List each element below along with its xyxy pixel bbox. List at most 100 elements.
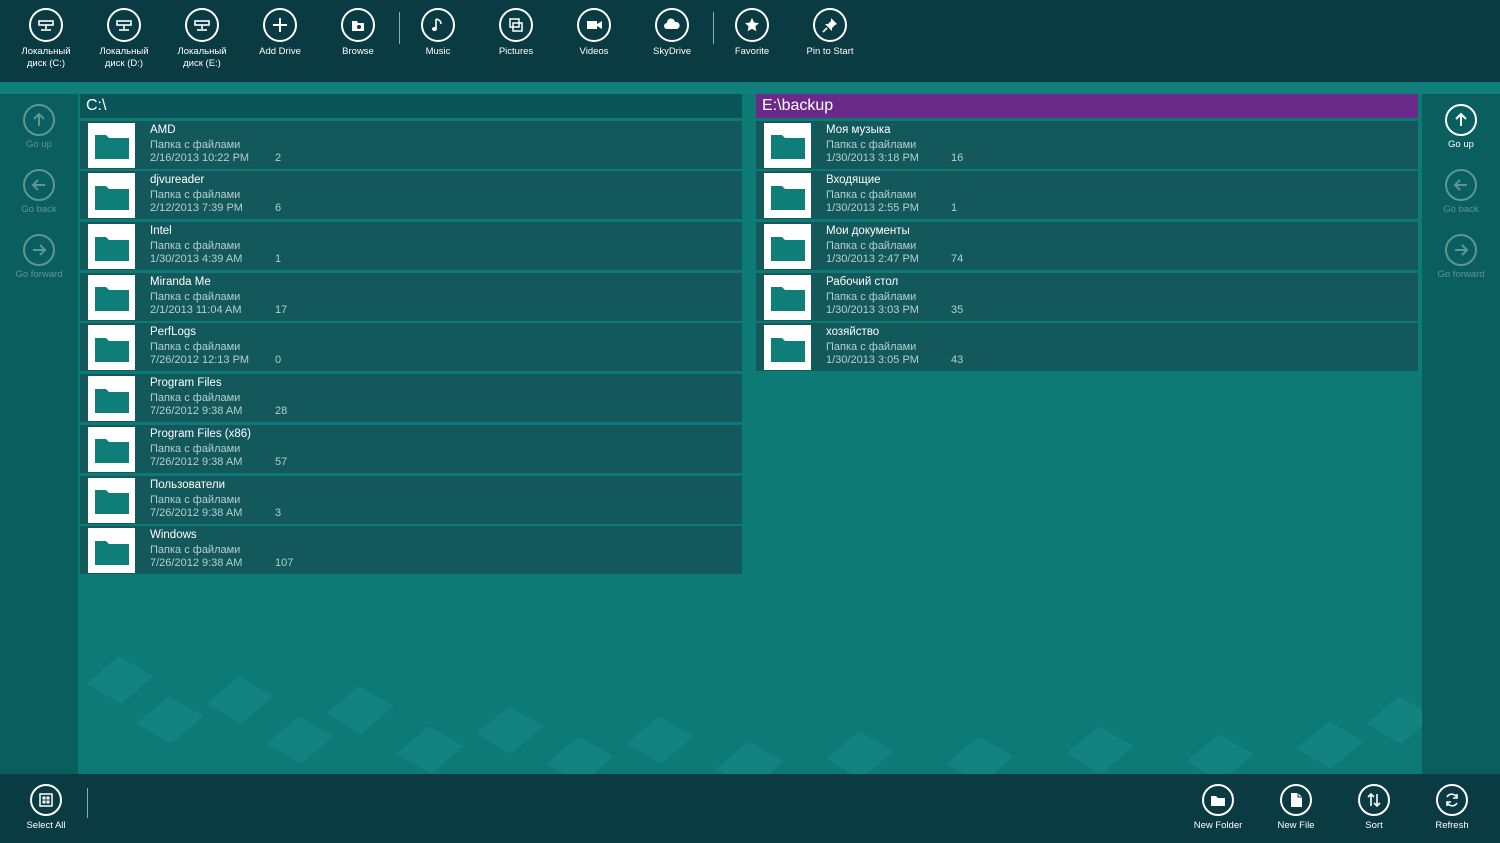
folder-icon [764, 173, 811, 219]
item-name: Входящие [826, 174, 881, 187]
select-all-label: Select All [26, 820, 66, 831]
item-count: 3 [275, 506, 282, 519]
left-file-pane: C:\ AMD Папка с файлами 2/16/2013 10:22 … [80, 94, 742, 575]
item-type: Папка с файлами [826, 240, 917, 253]
item-count: 35 [951, 303, 964, 316]
item-date: 2/16/2013 10:22 PM [150, 151, 250, 164]
drive-e-button[interactable]: Локальный диск (E:) [163, 8, 241, 78]
item-type: Папка с файлами [826, 290, 917, 303]
drive-icon [29, 8, 63, 42]
right-go-forward-label: Go forward [1437, 269, 1485, 280]
list-item[interactable]: Miranda Me Папка с файлами 2/1/2013 11:0… [80, 272, 742, 321]
arrow-left-icon [1445, 169, 1477, 201]
left-go-up-button[interactable]: Go up [0, 104, 78, 160]
sort-label: Sort [1365, 820, 1383, 831]
item-name: Miranda Me [150, 275, 211, 288]
arrow-up-icon [23, 104, 55, 136]
item-count: 1 [951, 202, 958, 215]
item-name: Program Files [150, 377, 222, 390]
item-count: 107 [275, 557, 294, 570]
bottom-app-bar: Select All New Folder New File Sort Refr… [0, 774, 1500, 843]
list-item[interactable]: Моя музыка Папка с файлами 1/30/2013 3:1… [756, 120, 1418, 169]
item-type: Папка с файлами [150, 341, 241, 354]
item-type: Папка с файлами [826, 189, 917, 202]
right-go-forward-button[interactable]: Go forward [1422, 234, 1500, 290]
folder-icon [88, 477, 135, 523]
list-item[interactable]: Program Files (x86) Папка с файлами 7/26… [80, 424, 742, 473]
pictures-button[interactable]: Pictures [477, 8, 555, 78]
sort-button[interactable]: Sort [1335, 784, 1413, 842]
item-type: Папка с файлами [150, 240, 241, 253]
list-item[interactable]: Intel Папка с файлами 1/30/2013 4:39 AM … [80, 222, 742, 271]
item-date: 7/26/2012 9:38 AM [150, 455, 243, 468]
pin-to-start-button[interactable]: Pin to Start [791, 8, 869, 78]
list-item[interactable]: Windows Папка с файлами 7/26/2012 9:38 A… [80, 526, 742, 575]
new-folder-button[interactable]: New Folder [1179, 784, 1257, 842]
videos-button[interactable]: Videos [555, 8, 633, 78]
list-item[interactable]: PerfLogs Папка с файлами 7/26/2012 12:13… [80, 323, 742, 372]
left-go-up-label: Go up [26, 139, 52, 150]
folder-icon [88, 173, 135, 219]
item-date: 7/26/2012 9:38 AM [150, 506, 243, 519]
top-app-bar: Локальный диск (C:) Локальный диск (D:) … [0, 0, 1500, 82]
right-file-list: Моя музыка Папка с файлами 1/30/2013 3:1… [756, 120, 1418, 372]
right-go-up-button[interactable]: Go up [1422, 104, 1500, 160]
list-item[interactable]: djvureader Папка с файлами 2/12/2013 7:3… [80, 171, 742, 220]
item-type: Папка с файлами [150, 138, 241, 151]
list-item[interactable]: Пользователи Папка с файлами 7/26/2012 9… [80, 475, 742, 524]
item-type: Папка с файлами [150, 442, 241, 455]
drive-c-label: Локальный диск (C:) [21, 46, 71, 69]
item-date: 1/30/2013 3:18 PM [826, 151, 919, 164]
left-go-back-button[interactable]: Go back [0, 169, 78, 225]
drive-c-button[interactable]: Локальный диск (C:) [7, 8, 85, 78]
item-name: Моя музыка [826, 123, 891, 136]
pictures-icon [499, 8, 533, 42]
folder-icon [88, 224, 135, 270]
favorite-label: Favorite [734, 46, 770, 57]
list-item[interactable]: Program Files Папка с файлами 7/26/2012 … [80, 374, 742, 423]
arrow-right-icon [1445, 234, 1477, 266]
item-type: Папка с файлами [150, 544, 241, 557]
refresh-icon [1436, 784, 1468, 816]
list-item[interactable]: хозяйство Папка с файлами 1/30/2013 3:05… [756, 323, 1418, 372]
new-folder-label: New Folder [1193, 820, 1243, 831]
browse-button[interactable]: Browse [319, 8, 397, 78]
drive-d-label: Локальный диск (D:) [99, 46, 149, 69]
sort-icon [1358, 784, 1390, 816]
item-name: Пользователи [150, 478, 226, 491]
item-date: 1/30/2013 3:03 PM [826, 303, 919, 316]
refresh-button[interactable]: Refresh [1413, 784, 1491, 842]
select-all-button[interactable]: Select All [7, 784, 85, 842]
browse-label: Browse [342, 46, 374, 57]
star-icon [735, 8, 769, 42]
right-path-bar[interactable]: E:\backup [756, 94, 1418, 118]
left-go-forward-button[interactable]: Go forward [0, 234, 78, 290]
folder-icon [764, 325, 811, 371]
item-type: Папка с файлами [826, 138, 917, 151]
list-item[interactable]: Рабочий стол Папка с файлами 1/30/2013 3… [756, 272, 1418, 321]
item-type: Папка с файлами [150, 493, 241, 506]
item-name: PerfLogs [150, 326, 197, 339]
drive-d-button[interactable]: Локальный диск (D:) [85, 8, 163, 78]
list-item[interactable]: AMD Папка с файлами 2/16/2013 10:22 PM 2 [80, 120, 742, 169]
add-drive-button[interactable]: Add Drive [241, 8, 319, 78]
cloud-icon [655, 8, 689, 42]
music-button[interactable]: Music [399, 8, 477, 78]
arrow-right-icon [23, 234, 55, 266]
new-file-button[interactable]: New File [1257, 784, 1335, 842]
list-item[interactable]: Мои документы Папка с файлами 1/30/2013 … [756, 222, 1418, 271]
skydrive-button[interactable]: SkyDrive [633, 8, 711, 78]
item-count: 57 [275, 455, 288, 468]
folder-icon [88, 376, 135, 422]
item-name: Windows [150, 529, 197, 542]
item-name: Мои документы [826, 225, 910, 238]
item-count: 6 [275, 202, 282, 215]
right-go-back-button[interactable]: Go back [1422, 169, 1500, 225]
folder-icon [764, 122, 811, 168]
favorite-button[interactable]: Favorite [713, 8, 791, 78]
item-name: Рабочий стол [826, 275, 899, 288]
browse-icon [341, 8, 375, 42]
left-path-bar[interactable]: C:\ [80, 94, 742, 118]
list-item[interactable]: Входящие Папка с файлами 1/30/2013 2:55 … [756, 171, 1418, 220]
new-file-icon [1280, 784, 1312, 816]
